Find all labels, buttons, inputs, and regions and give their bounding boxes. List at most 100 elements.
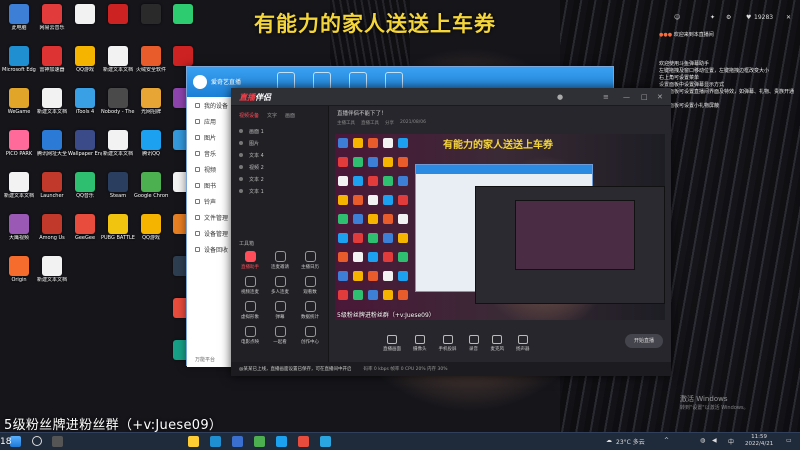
desktop-icon[interactable]: WeGame bbox=[2, 86, 36, 126]
file-explorer-icon[interactable] bbox=[188, 436, 199, 447]
tray-arrow-icon[interactable]: ^ bbox=[664, 437, 669, 444]
desktop-icon[interactable] bbox=[68, 2, 102, 42]
fan-icon[interactable]: ☺ bbox=[674, 14, 680, 21]
live-companion-taskbar-icon[interactable] bbox=[298, 436, 309, 447]
desktop-icon[interactable] bbox=[101, 2, 135, 42]
desktop-icon[interactable]: PUBG BATTLEGR... bbox=[101, 212, 135, 252]
menu-icon[interactable]: ≡ bbox=[603, 93, 609, 101]
chrome-icon[interactable] bbox=[254, 436, 265, 447]
screen-capture-button[interactable]: 直播画面 bbox=[383, 334, 401, 352]
desktop-icon[interactable]: 火绒安全软件 bbox=[134, 44, 168, 84]
desktop-icon[interactable]: 此电脑 bbox=[2, 2, 36, 42]
tool-button[interactable]: 电影点映 bbox=[235, 326, 265, 345]
ime-indicator[interactable]: 中 bbox=[728, 437, 734, 446]
desktop-icon[interactable]: Steam bbox=[101, 170, 135, 210]
search-icon[interactable] bbox=[32, 436, 42, 446]
gift-icon[interactable]: ✦ bbox=[710, 14, 715, 21]
network-icon[interactable]: ◍ bbox=[700, 437, 705, 444]
sidebar-item[interactable]: 图片 bbox=[187, 129, 232, 145]
qq-icon[interactable] bbox=[276, 436, 287, 447]
weather-icon[interactable]: ☁ bbox=[606, 437, 612, 444]
desktop-icon[interactable]: 雷神加速器 bbox=[35, 44, 69, 84]
sidebar-item[interactable]: 铃声 bbox=[187, 193, 232, 209]
source-row[interactable]: 画面 1 bbox=[231, 125, 328, 137]
sidebar-item[interactable]: 设备回收 bbox=[187, 241, 232, 257]
tab-text[interactable]: 文字 bbox=[267, 112, 277, 119]
tool-button[interactable]: 连麦邀请 bbox=[265, 251, 295, 270]
desktop-icon[interactable]: 光网招牌 bbox=[134, 86, 168, 126]
tool-button[interactable]: 虚拟形象 bbox=[235, 301, 265, 320]
stream-preview[interactable]: 有能力的家人送送上车券 5级粉丝牌进粉丝群（+v:Juese09） bbox=[335, 134, 665, 320]
live-companion-header[interactable]: 直播伴侣 ● ≡ — □ ✕ bbox=[231, 88, 671, 106]
close-icon[interactable]: ✕ bbox=[786, 14, 791, 21]
desktop-icon[interactable]: 网易云音乐 bbox=[35, 2, 69, 42]
start-live-button[interactable]: 开始直播 bbox=[625, 334, 663, 348]
start-icon[interactable] bbox=[10, 436, 21, 447]
minimize-icon[interactable]: — bbox=[623, 93, 630, 101]
maximize-icon[interactable]: □ bbox=[641, 93, 648, 101]
task-view-icon[interactable] bbox=[52, 436, 63, 447]
source-row[interactable]: 视频 2 bbox=[231, 161, 328, 173]
edge-icon[interactable] bbox=[210, 436, 221, 447]
sidebar-item[interactable]: 应用 bbox=[187, 113, 232, 129]
desktop-icon[interactable]: iTools 4 bbox=[68, 86, 102, 126]
tool-button[interactable]: 创作中心 bbox=[295, 326, 325, 345]
close-icon[interactable]: ✕ bbox=[657, 93, 663, 101]
notification-icon[interactable]: ▭ bbox=[786, 437, 792, 444]
desktop-icon[interactable]: 新建文本文档 bbox=[35, 86, 69, 126]
sidebar-item[interactable]: 音乐 bbox=[187, 145, 232, 161]
sidebar-item[interactable]: 文件管理 bbox=[187, 209, 232, 225]
taskbar-app-icon[interactable] bbox=[232, 436, 243, 447]
desktop-icon[interactable]: Wallpaper Engine bbox=[68, 128, 102, 168]
tool-button[interactable]: 多人连麦 bbox=[265, 276, 295, 295]
desktop-icon[interactable]: QQ音乐 bbox=[68, 170, 102, 210]
scene-sub-item[interactable]: 直播工具 bbox=[361, 120, 379, 130]
desktop-icon[interactable] bbox=[134, 2, 168, 42]
desktop-icon[interactable]: Google Chrome bbox=[134, 170, 168, 210]
avatar-icon[interactable]: ● bbox=[557, 93, 563, 101]
speaker-button[interactable]: 扬声器 bbox=[516, 334, 530, 352]
scene-sub-item[interactable]: 主播工具 bbox=[337, 120, 355, 130]
desktop-icon[interactable]: 腾讯网址大全 bbox=[35, 128, 69, 168]
live-assistant-taskbar-icon[interactable] bbox=[320, 436, 331, 447]
tool-button[interactable]: 视频连麦 bbox=[235, 276, 265, 295]
tab-canvas[interactable]: 画面 bbox=[285, 112, 295, 119]
weather-text[interactable]: 23°C 多云 bbox=[616, 437, 645, 446]
phone-cast-button[interactable]: 手机投屏 bbox=[439, 334, 457, 352]
record-button[interactable]: 录音 bbox=[468, 334, 479, 352]
volume-icon[interactable]: ◀ bbox=[712, 437, 717, 444]
desktop-icon[interactable]: 新建文本文档 bbox=[101, 128, 135, 168]
source-row[interactable]: 文本 1 bbox=[231, 185, 328, 197]
sidebar-item[interactable]: 视频 bbox=[187, 161, 232, 177]
desktop-icon[interactable]: 大鹰视频 bbox=[2, 212, 36, 252]
desktop-icon[interactable]: QQ游戏 bbox=[134, 212, 168, 252]
desktop-icon[interactable]: Among Us bbox=[35, 212, 69, 252]
settings-icon[interactable]: ⚙ bbox=[726, 14, 731, 21]
desktop-icon[interactable]: Microsoft Edge bbox=[2, 44, 36, 84]
desktop-icon[interactable]: QQ游戏 bbox=[68, 44, 102, 84]
scene-sub-item[interactable]: 分享 bbox=[385, 120, 394, 130]
source-row[interactable]: 文本 4 bbox=[231, 149, 328, 161]
sidebar-item[interactable]: 我的设备 bbox=[187, 97, 232, 113]
live-companion-window[interactable]: 直播伴侣 ● ≡ — □ ✕ 视频设备 文字 画面 画面 1 图片 文本 4 视… bbox=[231, 88, 671, 376]
desktop-icon[interactable]: PICO PARK bbox=[2, 128, 36, 168]
clock[interactable]: 11:59 2022/4/21 bbox=[745, 434, 773, 448]
tool-button[interactable]: 一起看 bbox=[265, 326, 295, 345]
desktop-icon[interactable]: 新建文本文档 bbox=[2, 170, 36, 210]
tool-button[interactable]: 数据统计 bbox=[295, 301, 325, 320]
tool-button[interactable]: 直播助手 bbox=[235, 251, 265, 270]
desktop-icon[interactable]: 新建文本文档 bbox=[35, 254, 69, 294]
desktop-icon[interactable] bbox=[166, 2, 200, 42]
desktop-icon[interactable]: 新建文本文档 bbox=[101, 44, 135, 84]
tool-button[interactable]: 主播日历 bbox=[295, 251, 325, 270]
sidebar-item[interactable]: 设备管理 bbox=[187, 225, 232, 241]
desktop-icon[interactable]: Launcher bbox=[35, 170, 69, 210]
desktop-icon[interactable]: GeeGee bbox=[68, 212, 102, 252]
desktop-icon[interactable]: Origin bbox=[2, 254, 36, 294]
tool-button[interactable]: 观看数 bbox=[295, 276, 325, 295]
sidebar-item[interactable]: 图书 bbox=[187, 177, 232, 193]
desktop-icon[interactable]: 腾讯QQ bbox=[134, 128, 168, 168]
microphone-button[interactable]: 麦克风 bbox=[491, 334, 504, 352]
tool-button[interactable]: 弹幕 bbox=[265, 301, 295, 320]
camera-button[interactable]: 摄像头 bbox=[413, 334, 427, 352]
